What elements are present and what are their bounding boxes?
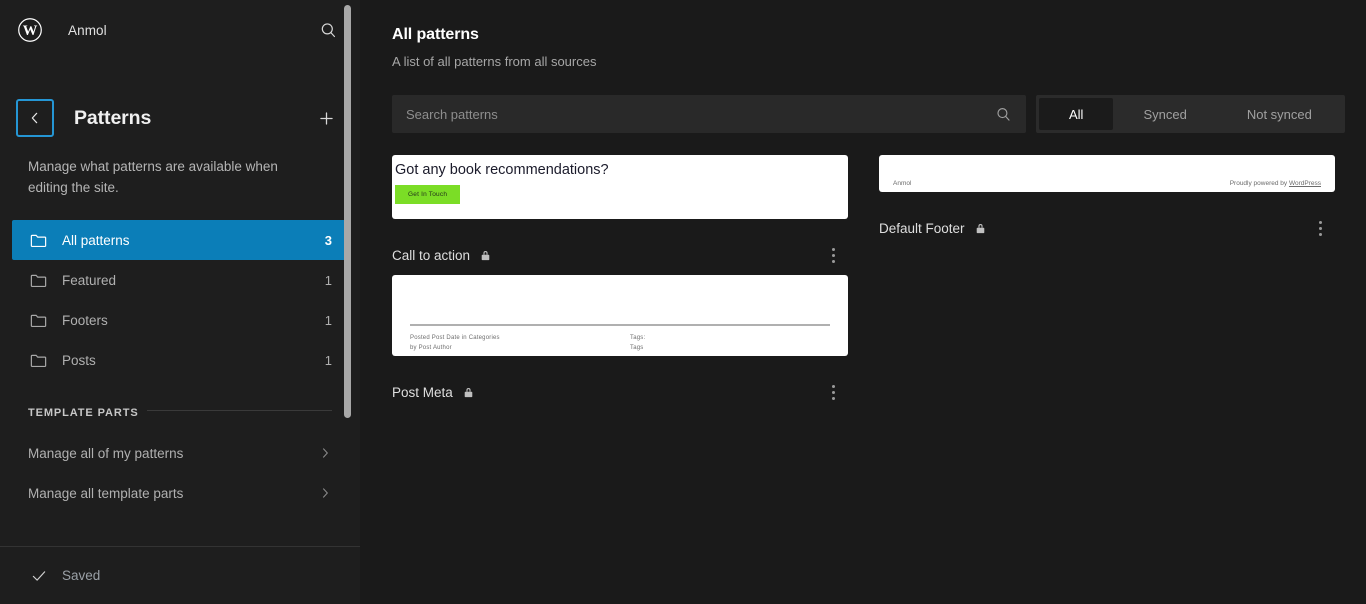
pattern-actions-menu-button[interactable] xyxy=(818,240,848,270)
preview-footer-site-name: Anmol xyxy=(893,180,912,187)
sidebar-item-label: Posts xyxy=(62,352,96,368)
site-title: Anmol xyxy=(68,22,107,38)
preview-tags-value: Tags xyxy=(630,345,644,351)
preview-heading: Got any book recommendations? xyxy=(395,162,609,178)
tab-synced[interactable]: Synced xyxy=(1113,98,1216,130)
sidebar-link-manage-template-parts[interactable]: Manage all template parts xyxy=(0,473,360,513)
pattern-name: Call to action xyxy=(392,247,471,263)
patterns-grid: Got any book recommendations? Get In Tou… xyxy=(392,155,1336,412)
pattern-card-call-to-action: Got any book recommendations? Get In Tou… xyxy=(392,155,848,275)
lock-icon xyxy=(462,386,475,399)
pattern-actions-menu-button[interactable] xyxy=(818,377,848,407)
sidebar-item-count: 1 xyxy=(324,352,332,368)
sidebar-item-label: Footers xyxy=(62,312,108,328)
panel-description: Manage what patterns are available when … xyxy=(28,159,278,195)
search-icon[interactable] xyxy=(995,106,1012,123)
sidebar-item-count: 1 xyxy=(324,312,332,328)
sync-filter-tabs: All Synced Not synced xyxy=(1036,95,1345,133)
lock-icon xyxy=(479,249,492,262)
plus-icon[interactable] xyxy=(308,100,344,136)
main-content: All patterns A list of all patterns from… xyxy=(360,0,1366,604)
main-title: All patterns xyxy=(392,26,479,43)
site-editor-app: W Anmol Patterns Manage what patterns ar… xyxy=(0,0,1366,604)
preview-post-author-line: by Post Author xyxy=(410,345,452,351)
check-icon xyxy=(30,567,48,585)
tab-not-synced[interactable]: Not synced xyxy=(1217,98,1342,130)
sidebar-links: Manage all of my patterns Manage all tem… xyxy=(0,433,360,513)
sidebar-item-posts[interactable]: Posts 1 xyxy=(12,340,348,380)
search-icon[interactable] xyxy=(312,14,344,46)
sidebar-item-label: All patterns xyxy=(62,232,130,248)
preview-footer-credit-link: WordPress xyxy=(1288,180,1321,187)
sidebar-link-label: Manage all of my patterns xyxy=(28,445,184,461)
sidebar-link-manage-patterns[interactable]: Manage all of my patterns xyxy=(0,433,360,473)
pattern-preview[interactable]: Got any book recommendations? Get In Tou… xyxy=(392,155,848,219)
preview-footer-credit-text: Proudly powered by xyxy=(1229,180,1289,187)
sidebar-scrollbar[interactable] xyxy=(344,5,351,418)
folder-icon xyxy=(28,310,48,330)
section-label: TEMPLATE PARTS xyxy=(28,407,147,419)
save-status-label: Saved xyxy=(62,568,101,583)
sidebar-item-count: 1 xyxy=(324,272,332,288)
folder-icon xyxy=(28,270,48,290)
wordpress-logo-icon[interactable]: W xyxy=(16,16,44,44)
svg-text:W: W xyxy=(23,23,38,39)
sidebar-item-footers[interactable]: Footers 1 xyxy=(12,300,348,340)
sidebar-scroll-region: W Anmol Patterns Manage what patterns ar… xyxy=(0,0,360,546)
panel-title-row: Patterns xyxy=(0,96,360,140)
preview-tags-label: Tags: xyxy=(630,335,646,341)
pattern-preview[interactable]: Anmol Proudly powered by WordPress xyxy=(879,155,1335,192)
folder-icon xyxy=(28,350,48,370)
pattern-name: Default Footer xyxy=(879,220,965,236)
toolbar: All Synced Not synced xyxy=(392,95,1345,133)
pattern-preview[interactable]: Posted Post Date in Categories by Post A… xyxy=(392,275,848,356)
pattern-name: Post Meta xyxy=(392,384,453,400)
pattern-category-list: All patterns 3 Featured 1 Footers 1 Post… xyxy=(0,220,360,380)
main-subtitle: A list of all patterns from all sources xyxy=(392,54,597,69)
save-status-bar[interactable]: Saved xyxy=(0,546,360,604)
pattern-actions-menu-button[interactable] xyxy=(1305,213,1335,243)
pattern-card-default-footer: Anmol Proudly powered by WordPress Defau… xyxy=(879,155,1335,275)
sidebar-item-count: 3 xyxy=(324,232,332,248)
sidebar-header: W Anmol xyxy=(0,0,360,60)
sidebar-link-label: Manage all template parts xyxy=(28,485,184,501)
search-input[interactable] xyxy=(406,95,995,133)
template-parts-section-header: TEMPLATE PARTS xyxy=(0,407,360,433)
pattern-card-footer: Post Meta xyxy=(392,372,848,412)
folder-icon xyxy=(28,230,48,250)
preview-separator xyxy=(410,324,830,326)
pattern-card-post-meta: Posted Post Date in Categories by Post A… xyxy=(392,275,848,412)
pattern-card-footer: Call to action xyxy=(392,235,848,275)
search-patterns-box[interactable] xyxy=(392,95,1026,133)
back-button[interactable] xyxy=(16,99,54,137)
preview-post-date-line: Posted Post Date in Categories xyxy=(410,335,500,341)
sidebar-item-all-patterns[interactable]: All patterns 3 xyxy=(12,220,348,260)
sidebar-item-label: Featured xyxy=(62,272,117,288)
pattern-card-footer: Default Footer xyxy=(879,208,1335,248)
lock-icon xyxy=(974,222,987,235)
preview-cta-button: Get In Touch xyxy=(395,185,461,204)
preview-footer-credit: Proudly powered by WordPress xyxy=(1230,180,1321,187)
chevron-right-icon xyxy=(318,446,332,460)
sidebar-item-featured[interactable]: Featured 1 xyxy=(12,260,348,300)
page-title: Patterns xyxy=(74,106,152,129)
chevron-right-icon xyxy=(318,486,332,500)
sidebar: W Anmol Patterns Manage what patterns ar… xyxy=(0,0,360,604)
tab-all[interactable]: All xyxy=(1039,98,1114,130)
